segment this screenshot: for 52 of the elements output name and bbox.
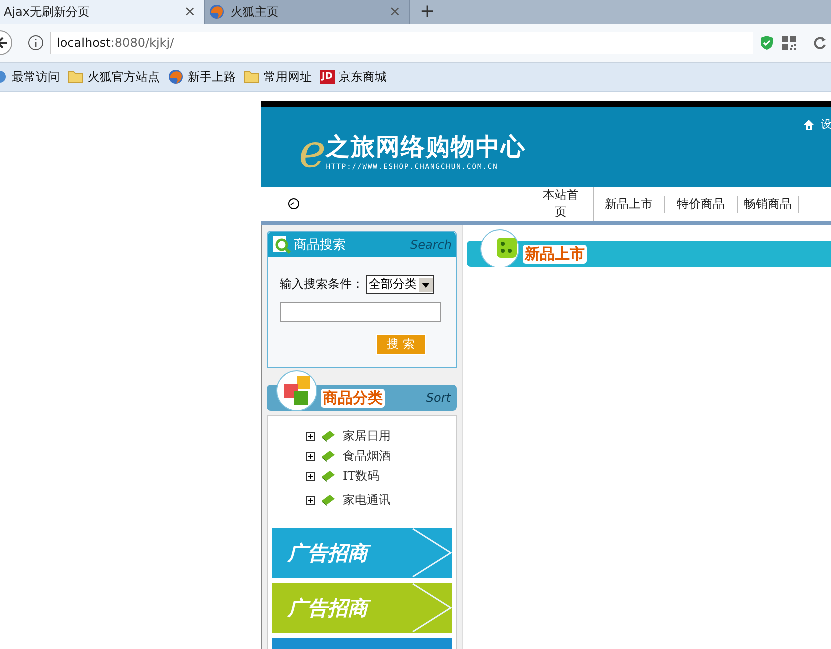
nav-link[interactable]: 新品上市: [594, 196, 665, 212]
book-icon: [320, 494, 336, 506]
qr-code-icon: [781, 35, 797, 51]
expand-plus-icon: [306, 452, 315, 460]
nav-link[interactable]: 本站首页: [541, 187, 594, 221]
bookmark-item[interactable]: 最常访问: [0, 68, 60, 86]
reload-icon: [813, 35, 827, 51]
info-icon: [28, 35, 44, 51]
category-dropdown[interactable]: 全部分类: [366, 275, 434, 294]
chevron-line-icon: [412, 528, 452, 578]
bookmark-item[interactable]: 火狐官方站点: [68, 68, 160, 86]
category-link[interactable]: 食品烟酒: [343, 448, 391, 464]
address-field[interactable]: localhost:8080/kjkj/: [50, 32, 753, 54]
browser-tab[interactable]: Ajax无刷新分页 ×: [0, 0, 205, 24]
bookmark-item[interactable]: 常用网址: [244, 68, 312, 86]
folder-icon: [244, 69, 260, 85]
fox-globe-icon: [209, 4, 225, 20]
category-link[interactable]: IT数码: [343, 468, 380, 484]
logo-mark: e: [299, 128, 326, 174]
folder-icon: [68, 69, 84, 85]
new-tab-button[interactable]: +: [410, 0, 446, 24]
logo-title: 之旅网络购物中心: [326, 132, 526, 163]
bookmark-item[interactable]: JD 京东商城: [320, 68, 387, 86]
nav-link[interactable]: 畅销商品: [738, 196, 799, 212]
panel-title: 商品搜索: [294, 236, 347, 254]
bookmark-item[interactable]: 新手上路: [168, 68, 236, 86]
close-icon[interactable]: ×: [184, 4, 196, 20]
panel-subtitle: Search: [410, 238, 452, 252]
shield-icon: [759, 35, 775, 51]
fox-globe-icon: [168, 69, 184, 85]
category-link[interactable]: 家居日用: [343, 428, 391, 444]
panel-title: 商品分类: [321, 388, 385, 408]
magnifier-icon: [272, 234, 292, 254]
book-icon: [320, 450, 336, 462]
search-label: 输入搜索条件：: [280, 276, 364, 293]
category-link[interactable]: 家电通讯: [343, 492, 391, 508]
tab-title: Ajax无刷新分页: [4, 4, 91, 20]
home-icon: [803, 119, 815, 131]
chevron-line-icon: [412, 583, 452, 633]
nav-link[interactable]: 特价商品: [665, 196, 738, 212]
search-field[interactable]: [280, 302, 441, 322]
book-icon: [320, 470, 336, 482]
expand-plus-icon: [306, 496, 315, 504]
panel-subtitle: Sort: [426, 391, 451, 405]
expand-plus-icon: [306, 472, 315, 480]
section-title: 新品上市: [523, 244, 587, 264]
expand-plus-icon: [306, 432, 315, 440]
tab-title: 火狐主页: [231, 4, 280, 20]
clock-icon: [288, 198, 300, 210]
shop-logo-icon: JD: [320, 70, 335, 84]
browser-tab[interactable]: 火狐主页 ×: [205, 0, 410, 24]
book-icon: [320, 430, 336, 442]
